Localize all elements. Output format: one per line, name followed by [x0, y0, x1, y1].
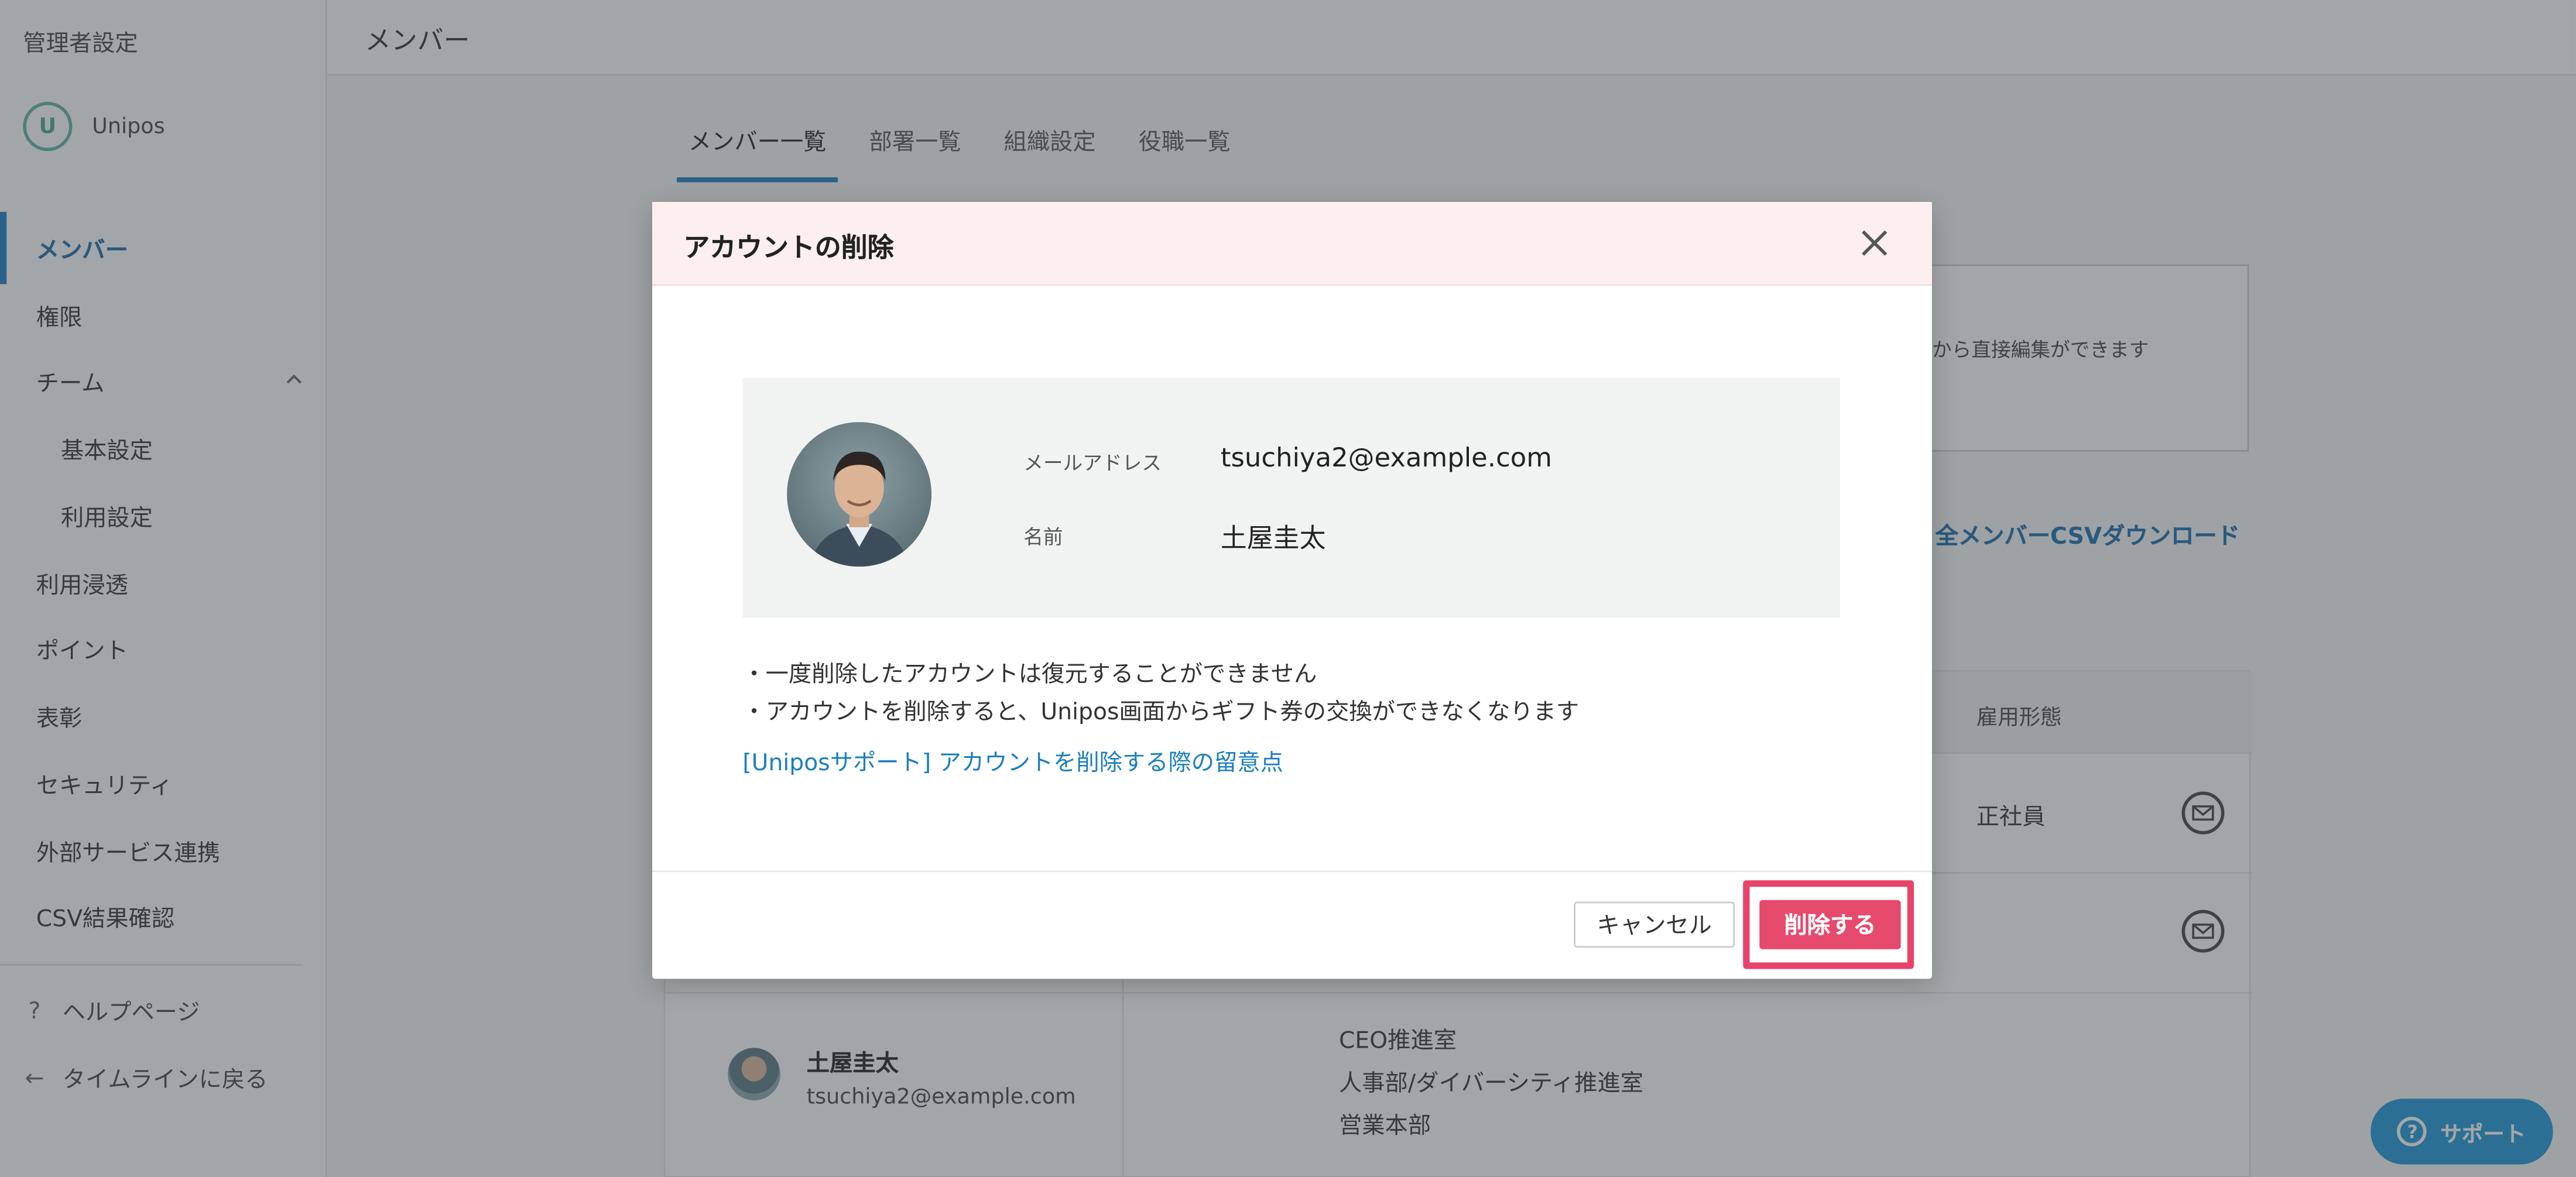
delete-button[interactable]: 削除する — [1759, 900, 1901, 949]
close-icon[interactable] — [1856, 225, 1893, 261]
profile-card: メールアドレス tsuchiya2@example.com 名前 土屋圭太 — [742, 378, 1840, 618]
cancel-button[interactable]: キャンセル — [1574, 901, 1735, 948]
email-label: メールアドレス — [1023, 451, 1162, 475]
delete-account-dialog: アカウントの削除 メールアドレス tsuchiya2@example.com 名… — [652, 202, 1932, 979]
name-label: 名前 — [1023, 525, 1063, 549]
name-value: 土屋圭太 — [1220, 522, 1326, 554]
notice-irreversible: ・一度削除したアカウントは復元することができません — [742, 661, 1317, 688]
dialog-header: アカウントの削除 — [652, 202, 1932, 286]
dialog-footer-divider — [652, 870, 1932, 873]
email-value: tsuchiya2@example.com — [1220, 441, 1552, 473]
dialog-title: アカウントの削除 — [683, 231, 894, 263]
notice-gift-exchange: ・アカウントを削除すると、Unipos画面からギフト券の交換ができなくなります — [742, 699, 1580, 726]
support-article-link[interactable]: [Uniposサポート] アカウントを削除する際の留意点 — [742, 746, 1283, 778]
avatar — [787, 422, 932, 567]
